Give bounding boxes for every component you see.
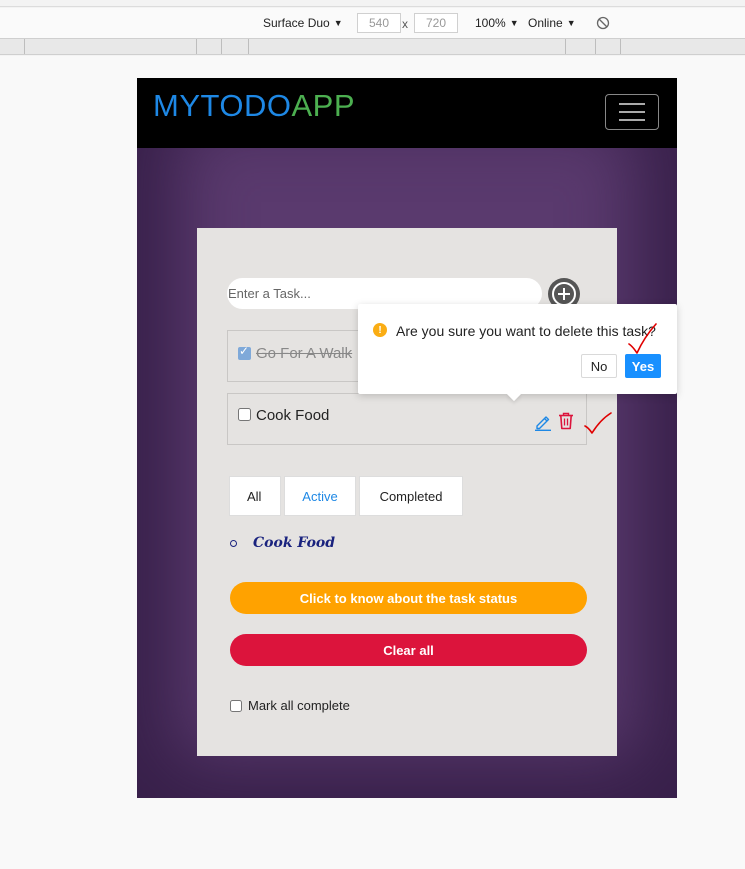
rotate-icon[interactable] (596, 16, 610, 30)
warning-icon: ! (373, 323, 387, 337)
ruler-tick (196, 39, 197, 54)
device-select-label: Surface Duo (263, 16, 330, 30)
bullet-icon (230, 539, 237, 547)
filter-tabs: All Active Completed (229, 476, 463, 516)
no-button[interactable]: No (581, 354, 617, 378)
media-query-ruler (0, 39, 745, 55)
brand-part-2: APP (291, 88, 356, 123)
brand-logo[interactable]: MYTODOAPP (153, 88, 355, 124)
ruler-tick (221, 39, 222, 54)
task-label: Go For A Walk (256, 345, 353, 362)
task-item: Cook Food (227, 393, 587, 445)
ruler-tick (24, 39, 25, 54)
device-viewport: MYTODOAPP Go For A Walk Cook Food (137, 78, 677, 798)
task-label: Cook Food (256, 407, 330, 424)
brand-part-1: MYTODO (153, 88, 292, 123)
hamburger-menu-button[interactable] (605, 94, 659, 130)
task-checkbox[interactable] (238, 408, 251, 421)
navbar: MYTODOAPP (137, 78, 677, 148)
trash-icon[interactable] (558, 412, 574, 430)
checkmark-annotation (628, 323, 657, 354)
width-field[interactable]: 540 (357, 13, 401, 33)
zoom-select[interactable]: 100% ▼ (475, 16, 519, 30)
hamburger-icon (619, 119, 645, 121)
ruler-tick (595, 39, 596, 54)
popover-message: Are you sure you want to delete this tas… (396, 323, 656, 339)
task-status-button[interactable]: Click to know about the task status (230, 582, 587, 614)
chevron-down-icon: ▼ (333, 18, 343, 28)
height-field[interactable]: 720 (414, 13, 458, 33)
devtools-toolbar: Surface Duo ▼ 540 x 720 100% ▼ Online ▼ (0, 0, 745, 56)
edit-icon[interactable] (534, 413, 552, 431)
yes-button[interactable]: Yes (625, 354, 661, 378)
hamburger-icon (619, 111, 645, 113)
tab-active[interactable]: Active (284, 476, 356, 516)
task-checkbox[interactable] (238, 344, 251, 360)
tab-all[interactable]: All (229, 476, 281, 516)
chevron-down-icon: ▼ (566, 18, 576, 28)
ruler-tick (248, 39, 249, 54)
mark-all-label: Mark all complete (248, 698, 350, 713)
checkmark-annotation (584, 412, 612, 434)
devtools-divider (0, 6, 745, 7)
list-item: Cook Food (230, 535, 335, 551)
list-item-text: Cook Food (253, 535, 336, 551)
device-select[interactable]: Surface Duo ▼ (263, 16, 343, 30)
network-select[interactable]: Online ▼ (528, 16, 576, 30)
clear-all-button[interactable]: Clear all (230, 634, 587, 666)
ruler-tick (620, 39, 621, 54)
mark-all-complete[interactable]: Mark all complete (230, 698, 350, 713)
chevron-down-icon: ▼ (509, 18, 519, 28)
hamburger-icon (619, 103, 645, 105)
dimension-separator: x (402, 17, 408, 31)
zoom-select-label: 100% (475, 16, 506, 30)
ruler-tick (565, 39, 566, 54)
mark-all-checkbox[interactable] (230, 699, 242, 712)
tab-completed[interactable]: Completed (359, 476, 463, 516)
plus-circle-icon (563, 288, 565, 300)
device-toolbar-row: Surface Duo ▼ 540 x 720 100% ▼ Online ▼ (0, 8, 745, 39)
network-select-label: Online (528, 16, 563, 30)
